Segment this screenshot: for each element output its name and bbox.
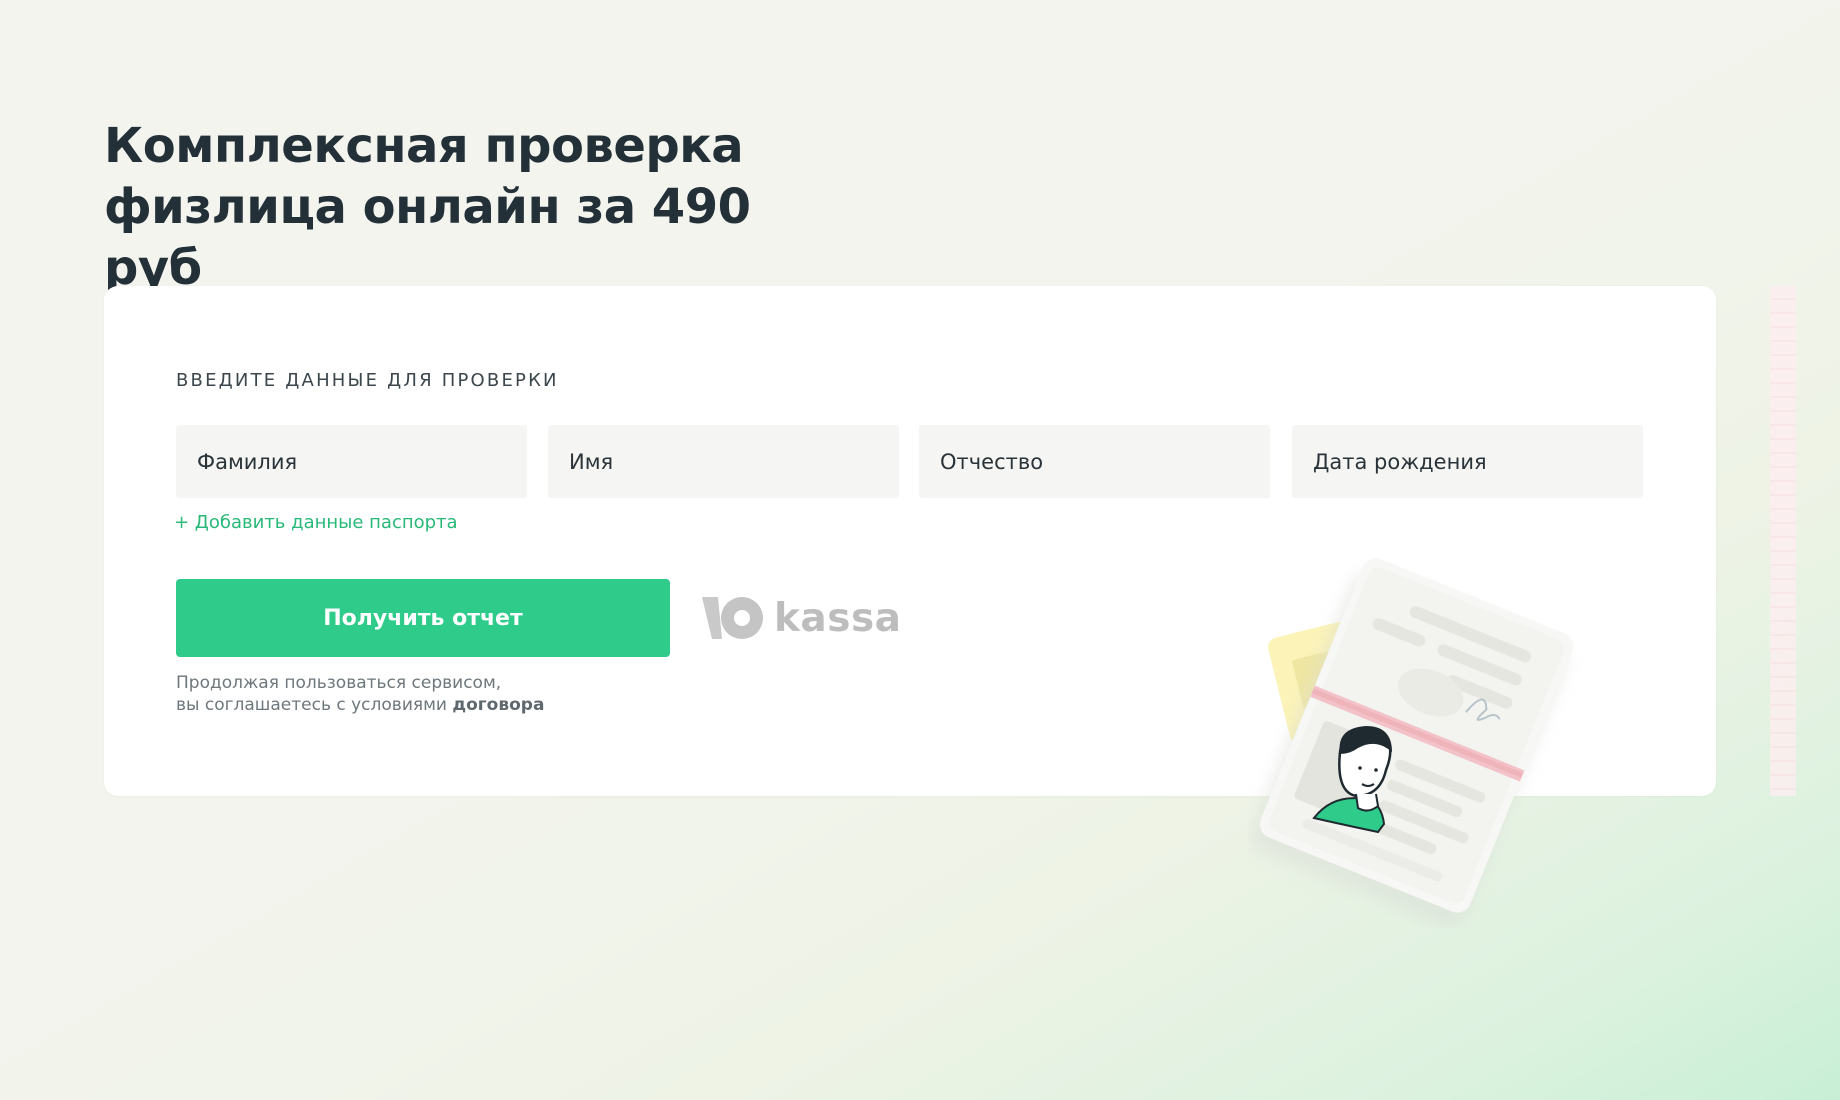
patronymic-input[interactable] [919, 425, 1270, 498]
page-title-line-1: Комплексная проверка [104, 118, 744, 174]
get-report-button[interactable]: Получить отчет [176, 579, 670, 657]
consent-line-2: вы соглашаетесь с условиями договора [176, 694, 544, 716]
contract-link[interactable]: договора [452, 695, 544, 715]
kassa-wordmark: kassa [774, 595, 902, 641]
form-caption: ВВЕДИТЕ ДАННЫЕ ДЛЯ ПРОВЕРКИ [176, 370, 559, 391]
consent-line-2-text: вы соглашаетесь с условиями [176, 695, 447, 715]
surname-input[interactable] [176, 425, 527, 498]
consent-text: Продолжая пользоваться сервисом, вы согл… [176, 672, 544, 716]
yoomoney-kassa-logo: kassa [700, 591, 902, 645]
consent-line-1: Продолжая пользоваться сервисом, [176, 673, 502, 693]
page-title-line-2: физлица онлайн за 490 руб [104, 179, 751, 296]
page-title: Комплексная проверка физлица онлайн за 4… [104, 116, 864, 299]
page: Комплексная проверка физлица онлайн за 4… [0, 0, 1840, 1100]
decorative-stripe [1770, 286, 1796, 796]
name-input[interactable] [548, 425, 899, 498]
passport-illustration [1250, 558, 1574, 928]
birthdate-input[interactable] [1292, 425, 1643, 498]
add-passport-data-link[interactable]: + Добавить данные паспорта [174, 512, 458, 533]
yoomoney-logo-icon [702, 597, 763, 639]
